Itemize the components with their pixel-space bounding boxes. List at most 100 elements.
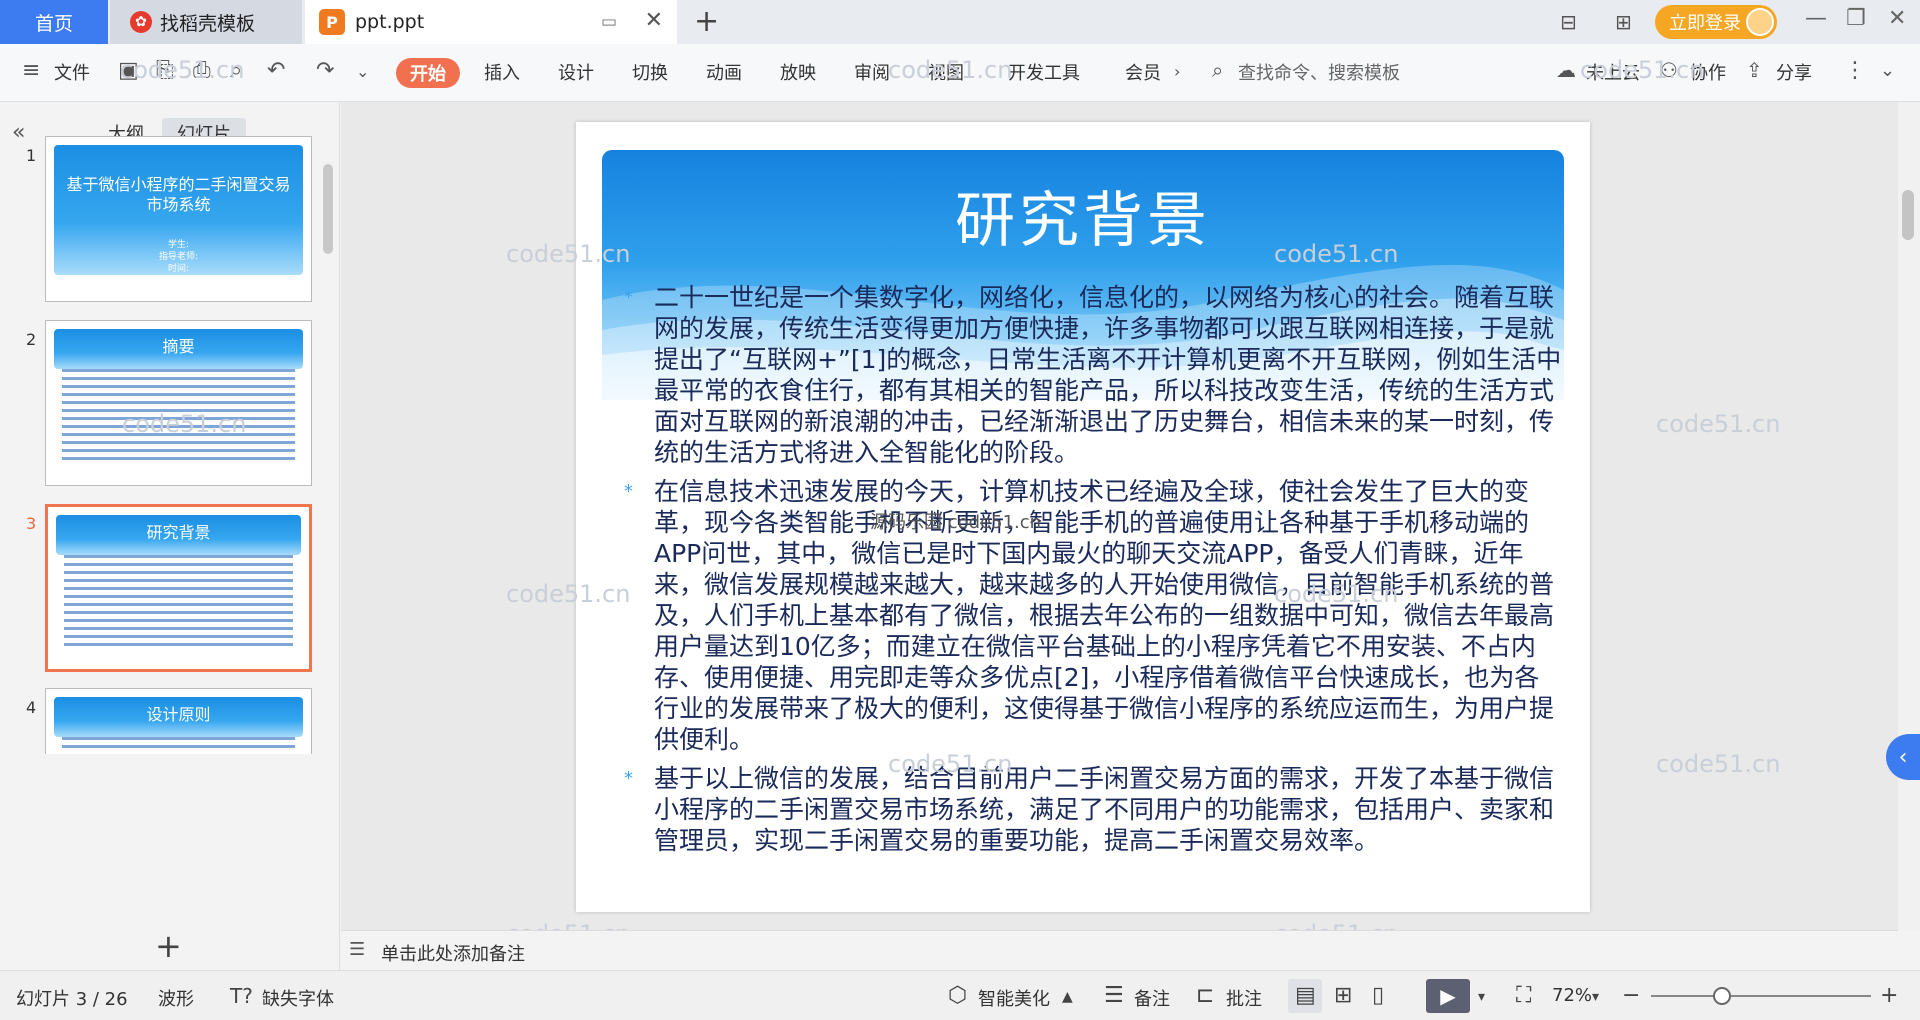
tab-start-label: 开始 <box>410 64 446 85</box>
slide-thumbnail[interactable]: 设计原则 <box>45 688 312 754</box>
notes-button[interactable]: 备注 <box>1134 985 1170 1011</box>
zoom-slider-handle[interactable] <box>1713 987 1731 1005</box>
zoom-level[interactable]: 72% <box>1552 985 1592 1006</box>
slide-body[interactable]: * 二十一世纪是一个集数字化，网络化，信息化的，以网络为核心的社会。随着互联网的发… <box>624 282 1564 864</box>
slide-number: 2 <box>26 330 37 349</box>
undo-icon[interactable]: ↶ <box>267 58 285 83</box>
layout-icon[interactable]: ⊟ <box>1560 10 1577 34</box>
zoom-dropdown-icon[interactable]: ▾ <box>1592 989 1599 1005</box>
cloud-status[interactable]: 未上云 <box>1586 59 1640 85</box>
bullet-marker: * <box>624 287 633 308</box>
share-icon: ⇪ <box>1746 58 1763 82</box>
missing-font-button[interactable]: 缺失字体 <box>262 985 334 1011</box>
share-button[interactable]: 分享 <box>1776 59 1812 85</box>
play-dropdown-icon[interactable]: ▾ <box>1478 989 1485 1005</box>
chevron-down-icon[interactable]: ⌄ <box>356 62 369 81</box>
apps-grid-icon[interactable]: ⊞ <box>1615 10 1632 34</box>
tab-home[interactable]: 首页 <box>0 0 108 44</box>
play-icon: ▶ <box>1440 984 1456 1008</box>
chevron-left-icon: ‹ <box>1898 744 1908 770</box>
thumbnail-meta-line: 时间: <box>167 264 190 274</box>
notes-bar[interactable]: ☰ 单击此处添加备注 <box>341 930 1898 970</box>
restore-icon[interactable]: ❐ <box>1846 6 1866 31</box>
tab-design[interactable]: 设计 <box>558 59 594 85</box>
missing-font-icon: T? <box>230 984 253 1008</box>
comment-icon: ⊏ <box>1196 983 1215 1008</box>
status-bar: 幻灯片 3 / 26 波形 T? 缺失字体 ⬡ 智能美化 ▲ ☰ 备注 ⊏ 批注… <box>0 970 1920 1020</box>
export-icon[interactable]: ⎘ <box>156 58 174 83</box>
tab-document[interactable]: P ppt.ppt ▭ ✕ <box>305 0 677 44</box>
tab-insert[interactable]: 插入 <box>484 59 520 85</box>
bullet-text: 二十一世纪是一个集数字化，网络化，信息化的，以网络为核心的社会。随着互联网的发展… <box>654 283 1562 467</box>
new-tab-icon[interactable]: + <box>694 4 719 39</box>
comment-button[interactable]: 批注 <box>1226 985 1262 1011</box>
slide-title[interactable]: 研究背景 <box>576 172 1590 259</box>
thumbnail-text-lines <box>64 555 293 651</box>
slide-thumbnail-active[interactable]: 研究背景 <box>45 504 312 672</box>
bullet-item: * 在信息技术迅速发展的今天，计算机技术已经遍及全球，使社会发生了巨大的变革，现今… <box>624 476 1564 755</box>
print-icon[interactable]: ⎙ <box>193 58 211 83</box>
search-input[interactable]: 查找命令、搜索模板 <box>1238 59 1400 85</box>
chevron-right-icon[interactable]: › <box>1174 62 1180 81</box>
beautify-icon: ⬡ <box>948 983 968 1008</box>
slide-number: 4 <box>26 698 37 717</box>
tab-animation[interactable]: 动画 <box>706 59 742 85</box>
preview-icon[interactable]: ⌕ <box>230 58 242 83</box>
reading-view-icon[interactable]: ▯ <box>1372 983 1384 1008</box>
edit-scrollbar-thumb[interactable] <box>1902 190 1914 240</box>
normal-view-icon[interactable]: ▤ <box>1295 983 1316 1008</box>
close-tab-icon[interactable]: ✕ <box>645 8 663 33</box>
tab-template[interactable]: ✿ 找稻壳模板 <box>110 0 302 44</box>
more-icon[interactable]: ⋮ <box>1844 58 1866 83</box>
search-icon: ⌕ <box>1212 58 1224 82</box>
add-slide-icon[interactable]: + <box>155 927 182 965</box>
tab-developer[interactable]: 开发工具 <box>1008 59 1080 85</box>
login-button[interactable]: 立即登录 <box>1655 5 1777 39</box>
close-window-icon[interactable]: ✕ <box>1888 6 1906 31</box>
theme-name[interactable]: 波形 <box>158 985 194 1011</box>
zoom-in-icon[interactable]: + <box>1880 983 1898 1008</box>
tab-start[interactable]: 开始 <box>396 58 460 88</box>
zoom-slider[interactable] <box>1651 995 1871 997</box>
cloud-icon: ☁ <box>1556 58 1576 82</box>
fit-window-icon[interactable]: ⛶ <box>1516 983 1531 1008</box>
caret-up-icon[interactable]: ▲ <box>1062 989 1073 1005</box>
play-button[interactable]: ▶ <box>1426 979 1470 1013</box>
tab-member[interactable]: 会员 <box>1125 59 1161 85</box>
save-icon[interactable]: ▣ <box>118 58 139 83</box>
edit-area: 研究背景 * 二十一世纪是一个集数字化，网络化，信息化的，以网络为核心的社会。随着… <box>341 102 1898 930</box>
thumbnail-meta-line: 学生: <box>167 240 190 250</box>
window-icon[interactable]: ▭ <box>601 12 617 32</box>
login-label: 立即登录 <box>1669 13 1741 34</box>
tab-view[interactable]: 视图 <box>928 59 964 85</box>
file-menu[interactable]: 文件 <box>54 59 90 85</box>
notes-placeholder[interactable]: 单击此处添加备注 <box>381 940 525 966</box>
slide-number: 1 <box>26 146 37 165</box>
slide-thumbnail[interactable]: 基于微信小程序的二手闲置交易市场系统 学生: 指导老师: 时间: <box>45 136 312 302</box>
bullet-text: 基于以上微信的发展，结合目前用户二手闲置交易方面的需求，开发了本基于微信小程序的… <box>654 764 1555 855</box>
notes-toggle-icon: ☰ <box>1104 983 1124 1008</box>
sorter-view-icon[interactable]: ⊞ <box>1334 983 1352 1008</box>
collapse-panel-icon[interactable]: « <box>12 120 25 145</box>
redo-icon[interactable]: ↷ <box>316 58 334 83</box>
menu-icon[interactable]: ≡ <box>22 58 40 83</box>
collab-button[interactable]: 协作 <box>1690 59 1726 85</box>
panel-scrollbar[interactable] <box>323 164 333 254</box>
thumbnail-meta: 学生: 指导老师: 时间: <box>46 239 311 275</box>
bullet-marker: * <box>624 768 633 789</box>
title-bar: 首页 ✿ 找稻壳模板 P ppt.ppt ▭ ✕ + ⊟ ⊞ 立即登录 — ❐ … <box>0 0 1920 44</box>
minimize-icon[interactable]: — <box>1805 6 1827 31</box>
tab-home-label: 首页 <box>34 12 73 35</box>
tab-review[interactable]: 审阅 <box>854 59 890 85</box>
bullet-item: * 二十一世纪是一个集数字化，网络化，信息化的，以网络为核心的社会。随着互联网的发… <box>624 282 1564 468</box>
beautify-button[interactable]: 智能美化 <box>978 985 1050 1011</box>
tab-template-label: 找稻壳模板 <box>160 12 256 35</box>
slide-canvas[interactable]: 研究背景 * 二十一世纪是一个集数字化，网络化，信息化的，以网络为核心的社会。随着… <box>576 122 1590 912</box>
slide-thumbnail[interactable]: 摘要 <box>45 320 312 486</box>
thumbnail-title: 基于微信小程序的二手闲置交易市场系统 <box>66 175 291 214</box>
collapse-ribbon-icon[interactable]: ⌄ <box>1880 60 1895 81</box>
bullet-marker: * <box>624 481 633 502</box>
tab-slideshow[interactable]: 放映 <box>780 59 816 85</box>
tab-transition[interactable]: 切换 <box>632 59 668 85</box>
zoom-out-icon[interactable]: − <box>1622 983 1640 1008</box>
